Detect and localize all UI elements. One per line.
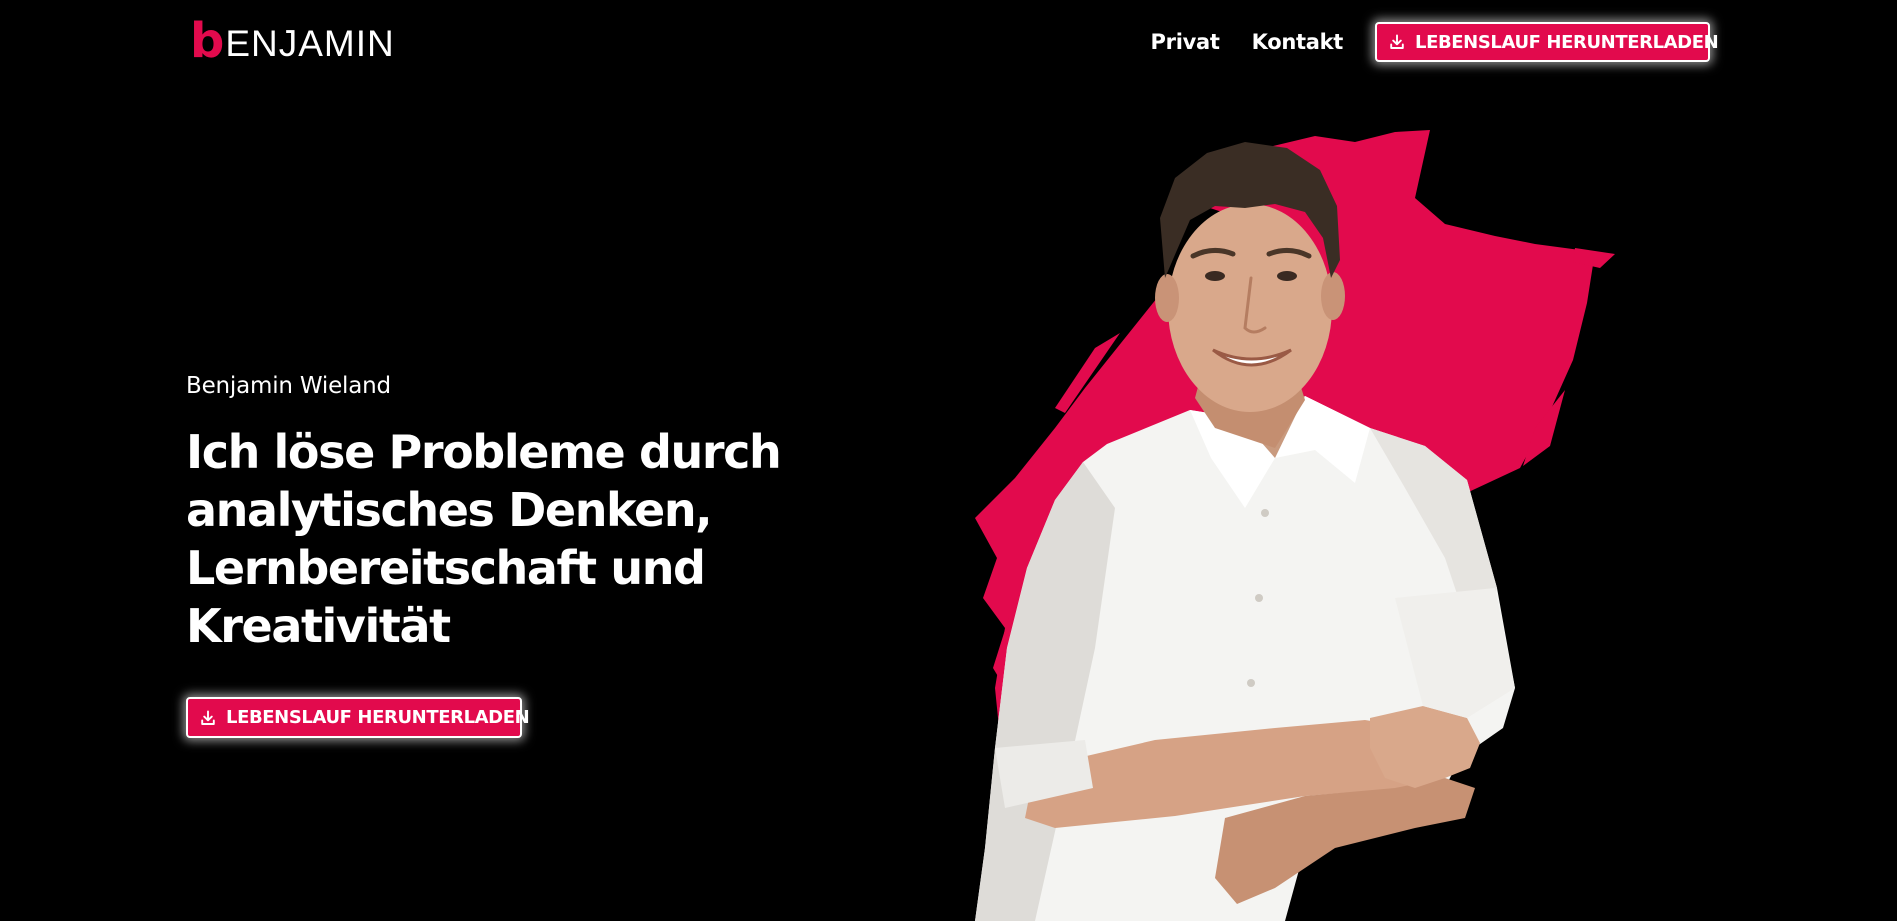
hero-download-cv-label: LEBENSLAUF HERUNTERLADEN <box>226 707 530 728</box>
portrait-image <box>975 128 1615 921</box>
nav-link-privat[interactable]: Privat <box>1151 30 1220 54</box>
hero-download-cv-button[interactable]: LEBENSLAUF HERUNTERLADEN <box>186 697 530 738</box>
logo[interactable]: b ENJAMIN <box>190 13 395 69</box>
header-download-cv-button[interactable]: LEBENSLAUF HERUNTERLADEN <box>1375 22 1719 62</box>
hand <box>1370 706 1480 788</box>
face <box>1168 204 1332 412</box>
main-nav: Privat Kontakt LEBENSLAUF HERUNTERLADEN <box>1151 22 1719 62</box>
download-icon <box>200 710 216 726</box>
download-icon <box>1389 34 1405 50</box>
logo-text: ENJAMIN <box>225 23 395 65</box>
header-download-cv-label: LEBENSLAUF HERUNTERLADEN <box>1415 31 1719 53</box>
nav-link-kontakt[interactable]: Kontakt <box>1252 30 1344 54</box>
hero-name: Benjamin Wieland <box>186 373 391 399</box>
hero-headline: Ich löse Probleme durch analytisches Den… <box>186 425 782 653</box>
logo-initial: b <box>190 13 225 69</box>
page: b ENJAMIN Privat Kontakt LEBENSLAUF HERU… <box>0 0 1897 921</box>
